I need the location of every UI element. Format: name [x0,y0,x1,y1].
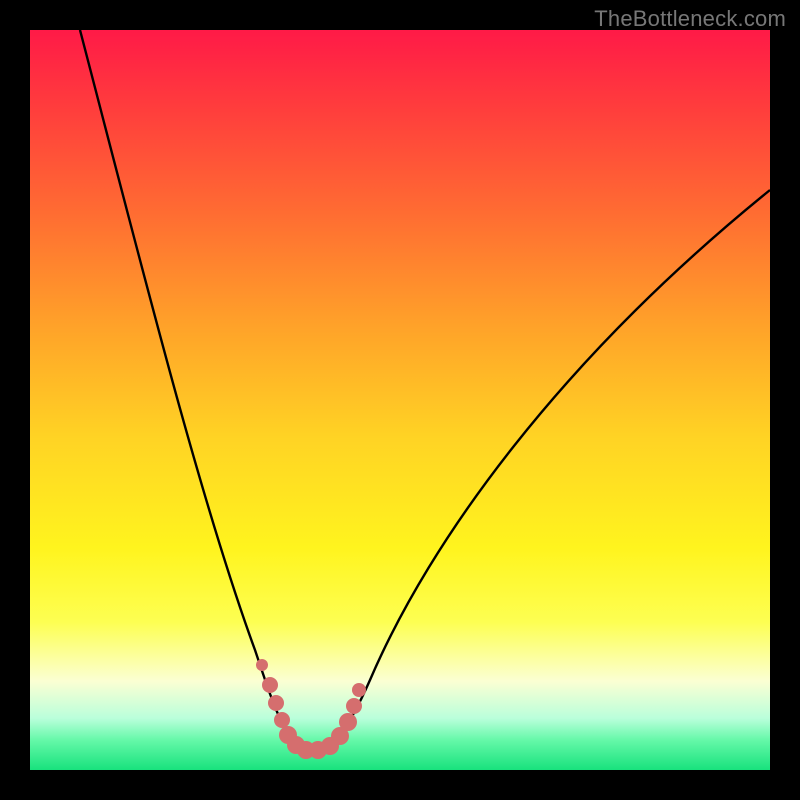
trough-marker-group [256,659,366,759]
watermark-text: TheBottleneck.com [594,6,786,32]
trough-dot [262,677,278,693]
bottleneck-curve-svg [30,30,770,770]
trough-dot [346,698,362,714]
trough-dot [274,712,290,728]
trough-dot [268,695,284,711]
chart-plot-area [30,30,770,770]
trough-dot [339,713,357,731]
bottleneck-curve-path [80,30,770,749]
trough-dot [352,683,366,697]
trough-dot [256,659,268,671]
